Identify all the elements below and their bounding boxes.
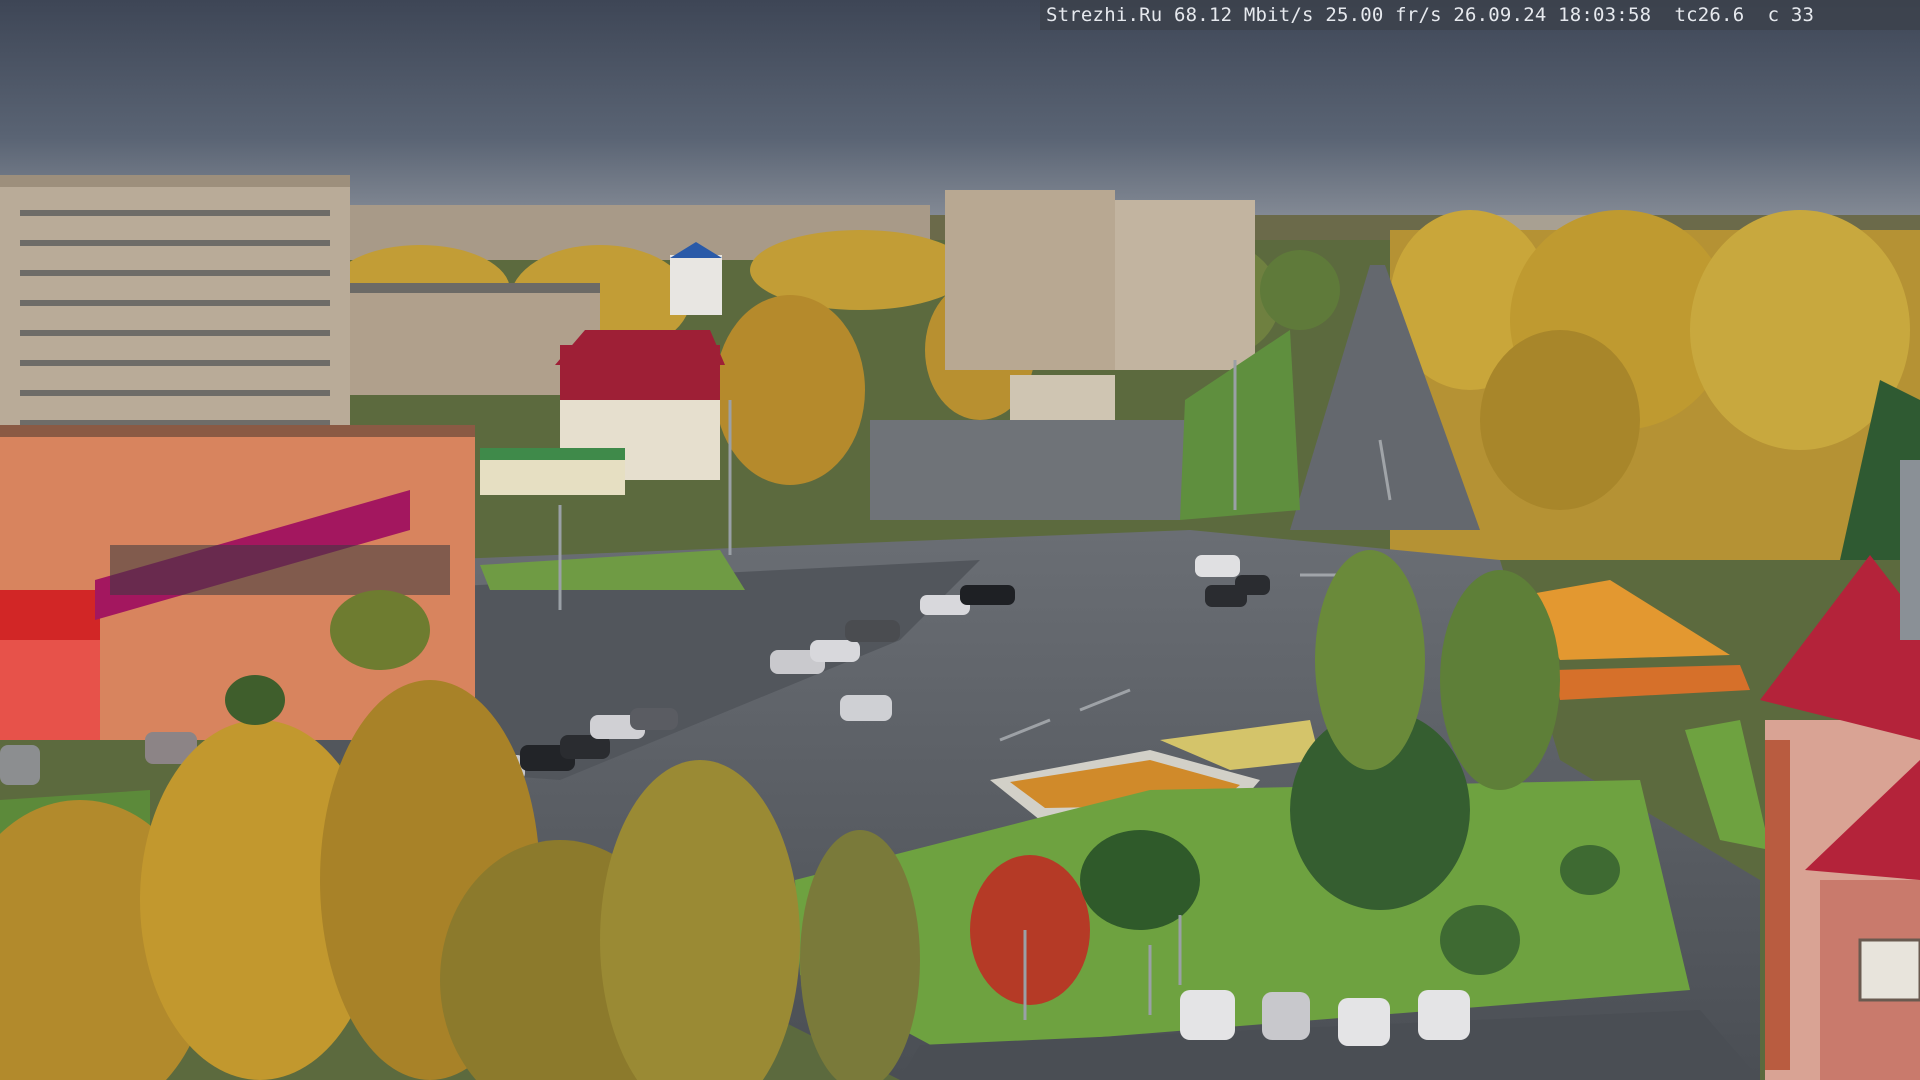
city-scene — [0, 0, 1920, 1080]
webcam-frame: Strezhi.Ru 68.12 Mbit/s 25.00 fr/s 26.09… — [0, 0, 1920, 1080]
upper-plaza — [870, 420, 1210, 520]
camera-info-overlay: Strezhi.Ru 68.12 Mbit/s 25.00 fr/s 26.09… — [1040, 0, 1920, 30]
